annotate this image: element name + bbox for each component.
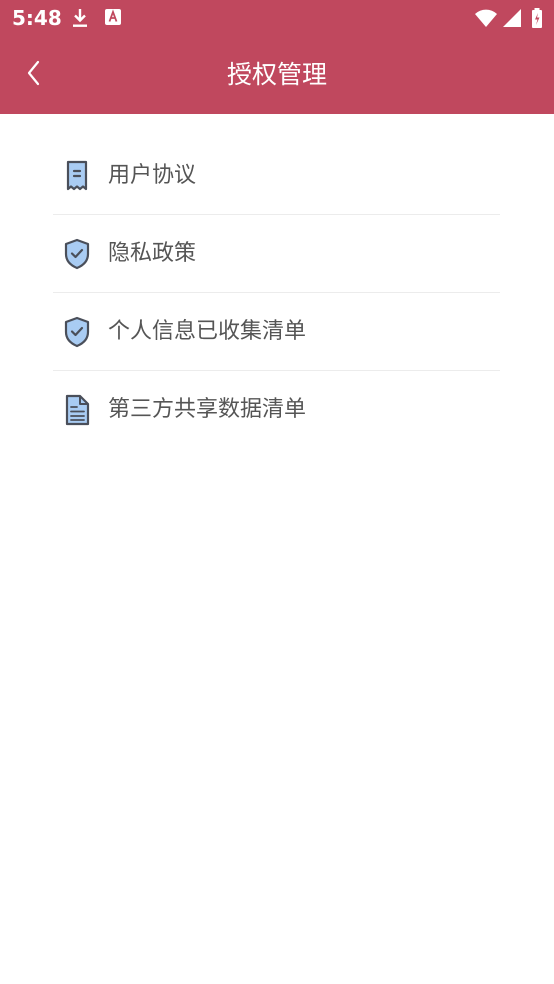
- menu-item-label: 用户协议: [108, 163, 197, 188]
- a-notification-icon: [104, 7, 122, 31]
- status-time: 5:48: [12, 6, 62, 30]
- app-bar: 授权管理: [0, 36, 554, 114]
- menu-list: 用户协议 隐私政策 个人信息已收集清单 第三方共享数据清单: [53, 137, 500, 449]
- status-bar: 5:48: [0, 0, 554, 36]
- menu-item-label: 第三方共享数据清单: [108, 397, 307, 422]
- signal-icon: [502, 7, 522, 33]
- menu-item-third-party-data-list[interactable]: 第三方共享数据清单: [53, 371, 500, 449]
- menu-item-user-agreement[interactable]: 用户协议: [53, 137, 500, 215]
- document-icon: [62, 159, 92, 193]
- menu-item-privacy-policy[interactable]: 隐私政策: [53, 215, 500, 293]
- menu-item-label: 隐私政策: [108, 241, 197, 266]
- battery-charging-icon: [531, 7, 543, 33]
- menu-item-label: 个人信息已收集清单: [108, 319, 307, 344]
- wifi-icon: [474, 7, 498, 33]
- download-icon: [70, 7, 90, 33]
- page-title: 授权管理: [226, 60, 327, 89]
- file-text-icon: [62, 393, 92, 427]
- shield-check-icon: [62, 315, 92, 349]
- menu-item-personal-info-list[interactable]: 个人信息已收集清单: [53, 293, 500, 371]
- shield-check-icon: [62, 237, 92, 271]
